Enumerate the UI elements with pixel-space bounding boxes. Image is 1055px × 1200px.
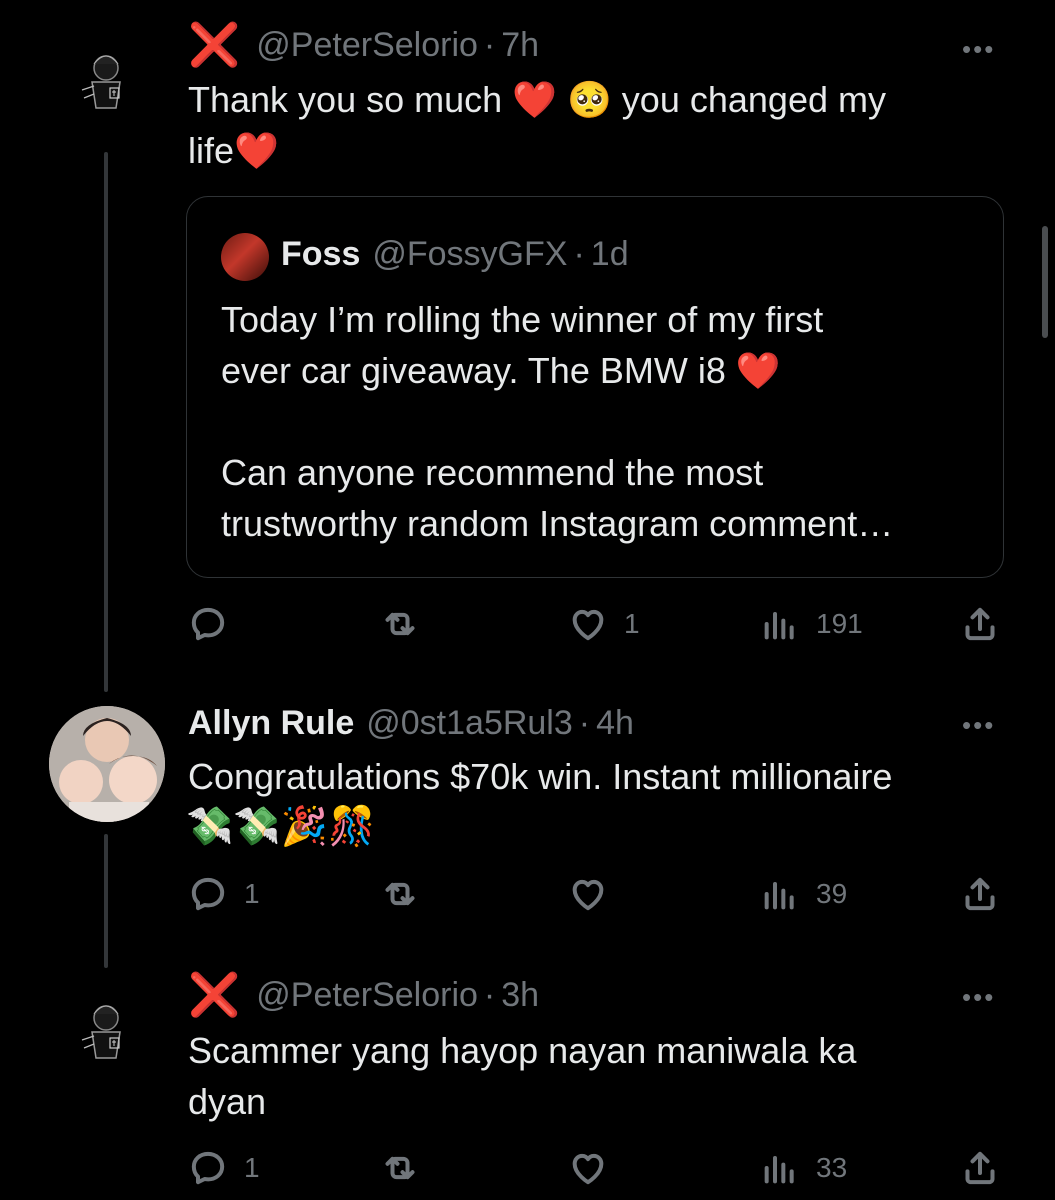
views-button[interactable]: 191	[760, 604, 863, 644]
display-name[interactable]: Allyn Rule	[188, 704, 354, 743]
share-icon	[965, 1151, 995, 1185]
quoted-avatar	[221, 233, 269, 281]
tweet-text-line: Congratulations $70k win. Instant millio…	[188, 756, 893, 797]
tweet-text-line: Thank you so much ❤️ 🥺 you changed my	[188, 79, 886, 120]
like-count: 1	[624, 608, 640, 639]
retweet-button[interactable]	[380, 604, 420, 644]
view-count: 191	[816, 608, 863, 639]
share-button[interactable]	[960, 874, 1000, 914]
retweet-icon	[385, 882, 415, 906]
quoted-text-line: ever car giveaway. The BMW i8 ❤️	[221, 350, 781, 391]
thread-line	[104, 834, 108, 968]
handle[interactable]: @PeterSelorio	[256, 26, 478, 65]
reply-count: 1	[244, 1152, 260, 1183]
separator: ·	[573, 235, 585, 273]
heart-icon	[572, 1153, 604, 1185]
quoted-tweet[interactable]: Foss @FossyGFX · 1d Today I’m rolling th…	[186, 196, 1004, 578]
handle[interactable]: @0st1a5Rul3	[366, 704, 573, 743]
quoted-text-line: Today I’m rolling the winner of my first	[221, 299, 824, 340]
tweet-emoji-line: 💸💸🎉🎊	[186, 806, 376, 848]
share-icon	[965, 877, 995, 911]
timestamp[interactable]: 4h	[596, 704, 634, 743]
views-icon	[764, 1156, 794, 1184]
reply-button[interactable]: 1	[188, 1148, 260, 1188]
avatar[interactable]	[76, 1000, 136, 1060]
retweet-button[interactable]	[380, 1148, 420, 1188]
avatar[interactable]	[49, 706, 165, 822]
views-icon	[764, 882, 794, 910]
quoted-handle: @FossyGFX	[372, 235, 568, 273]
tweet-text-line: Scammer yang hayop nayan maniwala ka	[188, 1030, 857, 1071]
tweet-header: Allyn Rule @0st1a5Rul3 · 4h	[188, 704, 634, 743]
timestamp[interactable]: 3h	[501, 976, 539, 1015]
share-button[interactable]	[960, 604, 1000, 644]
more-options-icon[interactable]: •••	[962, 34, 995, 65]
views-icon	[764, 612, 794, 640]
handle[interactable]: @PeterSelorio	[256, 976, 478, 1015]
reply-count: 1	[244, 878, 260, 909]
reply-button[interactable]: 1	[188, 874, 260, 914]
retweet-icon	[385, 612, 415, 636]
quoted-text-line: Can anyone recommend the most	[221, 452, 764, 493]
reply-button[interactable]	[188, 604, 244, 644]
separator: ·	[483, 975, 496, 1014]
tweet-header: ❌ @PeterSelorio · 3h	[188, 974, 539, 1016]
x-mark-icon: ❌	[188, 21, 241, 68]
share-icon	[965, 607, 995, 641]
reply-icon	[191, 877, 225, 911]
tweet-text-line: dyan	[188, 1081, 267, 1122]
separator: ·	[578, 704, 591, 742]
more-options-icon[interactable]: •••	[962, 982, 995, 1013]
heart-icon	[572, 879, 604, 911]
tweet-text-line: life❤️	[188, 130, 279, 171]
view-count: 39	[816, 878, 848, 909]
like-button[interactable]: 1	[568, 604, 640, 644]
tweet-header: ❌ @PeterSelorio · 7h	[188, 24, 539, 66]
views-button[interactable]: 39	[760, 874, 847, 914]
view-count: 33	[816, 1152, 848, 1183]
separator: ·	[483, 25, 496, 64]
avatar[interactable]	[76, 50, 136, 110]
scrollbar[interactable]	[1042, 226, 1048, 338]
reply-icon	[191, 1151, 225, 1185]
like-button[interactable]	[568, 874, 624, 914]
retweet-icon	[385, 1156, 415, 1180]
views-button[interactable]: 33	[760, 1148, 847, 1188]
quoted-timestamp: 1d	[590, 235, 629, 273]
quoted-text-line: trustworthy random Instagram comment…	[221, 503, 894, 544]
like-button[interactable]	[568, 1148, 624, 1188]
reply-icon	[191, 607, 225, 641]
heart-icon	[572, 609, 604, 641]
thread-line	[104, 152, 108, 692]
quoted-display-name: Foss	[281, 235, 361, 273]
quoted-header: Foss @FossyGFX · 1d	[281, 235, 629, 274]
share-button[interactable]	[960, 1148, 1000, 1188]
timestamp[interactable]: 7h	[501, 26, 539, 65]
x-mark-icon: ❌	[188, 971, 241, 1018]
more-options-icon[interactable]: •••	[962, 710, 995, 741]
retweet-button[interactable]	[380, 874, 420, 914]
